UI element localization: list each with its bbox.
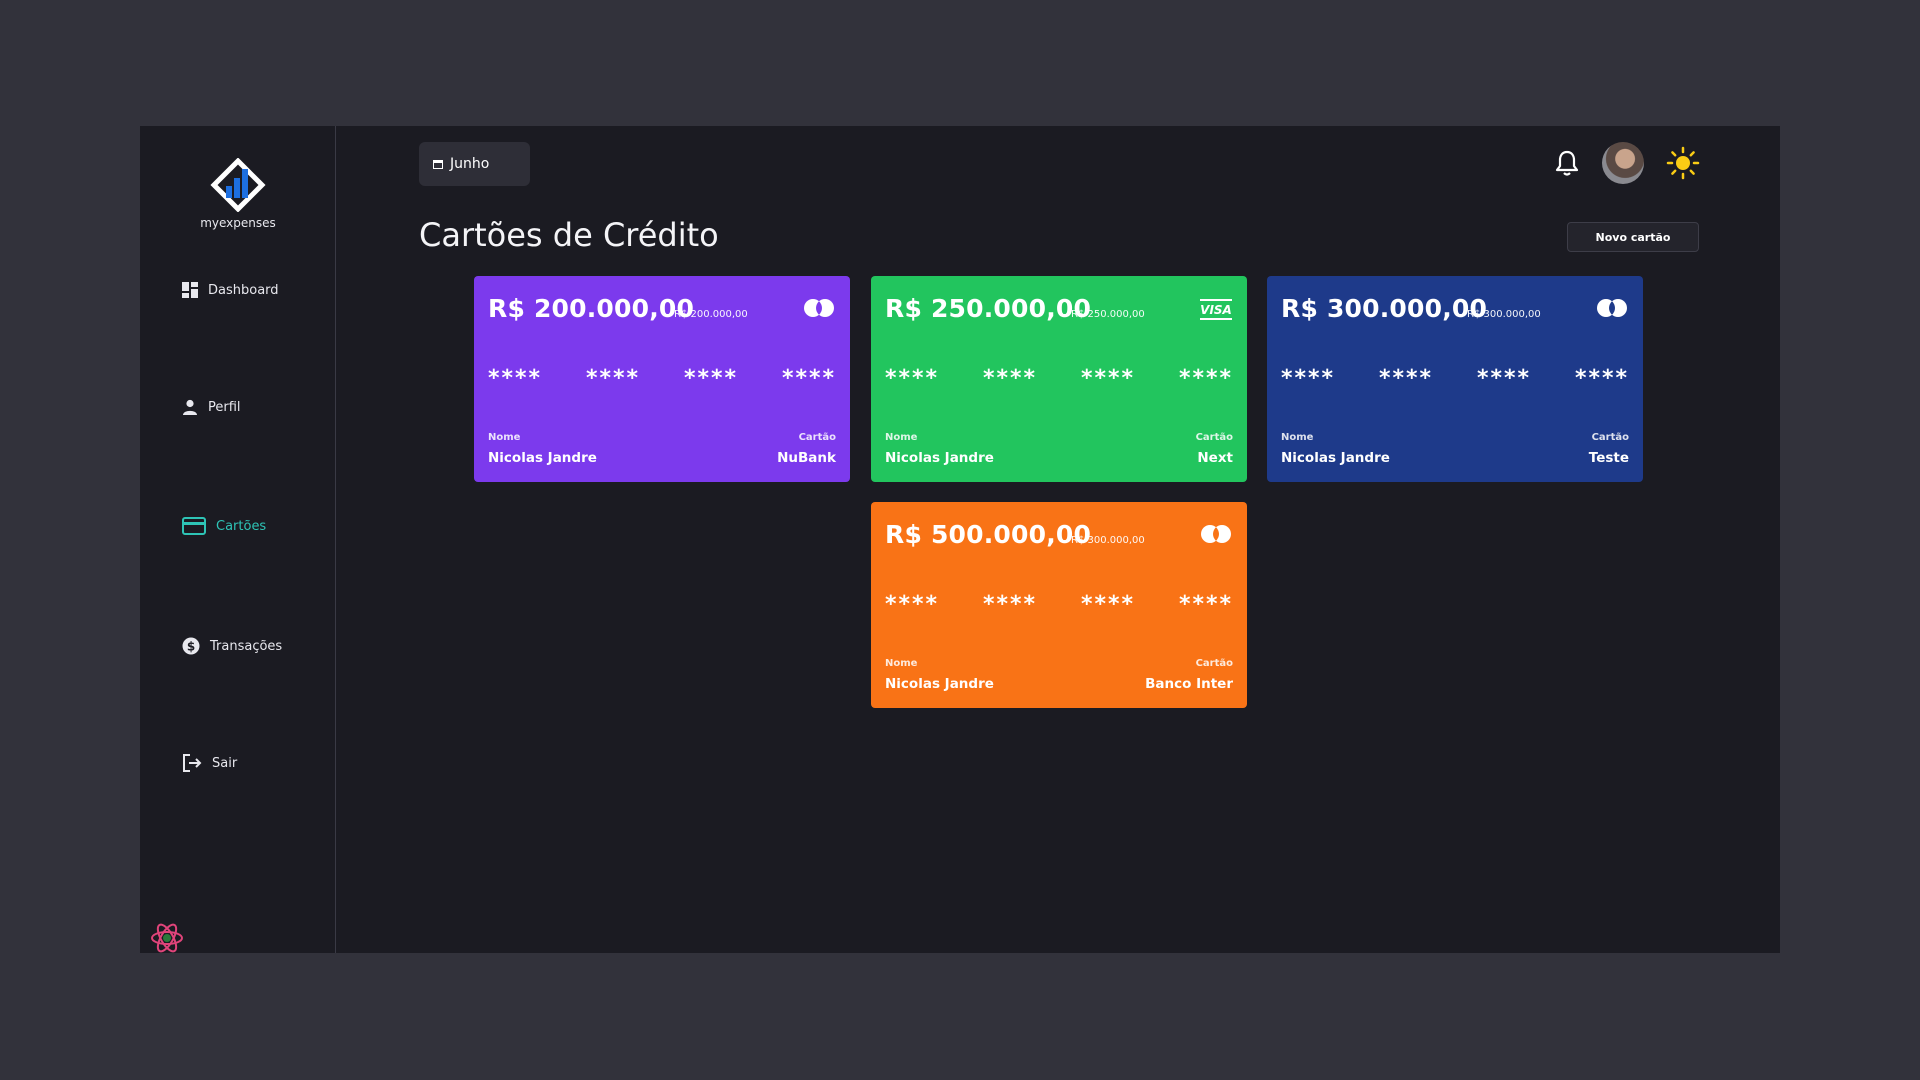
sidebar-item-sair[interactable]: Sair (182, 754, 237, 772)
card-type-label: Cartão (1591, 432, 1629, 443)
card-digits-group: **** (1476, 366, 1531, 391)
avatar[interactable] (1602, 142, 1644, 184)
card-holder-name: Nicolas Jandre (885, 450, 994, 466)
month-selector[interactable]: Junho (419, 142, 530, 186)
card-bank-name: Next (1197, 450, 1233, 466)
visa-icon: VISA (1200, 299, 1232, 320)
card-digits-group: **** (885, 592, 940, 617)
logo[interactable]: myexpenses (140, 158, 336, 230)
sidebar-item-label: Dashboard (208, 282, 279, 298)
card-amount: R$ 300.000,00 (1281, 294, 1488, 323)
card-holder-name: Nicolas Jandre (488, 450, 597, 466)
mastercard-icon (1201, 525, 1231, 543)
new-card-button[interactable]: Novo cartão (1567, 222, 1699, 252)
card-name-label: Nome (885, 658, 918, 669)
card-digits-group: **** (1178, 592, 1233, 617)
month-label: Junho (450, 156, 490, 172)
card-limit: R$ 300.000,00 (1467, 309, 1541, 320)
card-digits-group: **** (982, 592, 1038, 617)
card-digits-group: **** (585, 366, 641, 391)
sidebar-item-label: Sair (212, 755, 238, 771)
card-name-label: Nome (488, 432, 521, 443)
page-title: Cartões de Crédito (419, 216, 719, 254)
card-amount: R$ 200.000,00 (488, 294, 695, 323)
card-number: **** **** **** **** (488, 366, 836, 391)
card-digits-group: **** (781, 366, 836, 391)
card-limit: R$ 250.000,00 (1071, 309, 1145, 320)
svg-text:$: $ (187, 640, 195, 654)
mastercard-icon (1597, 299, 1627, 317)
logo-text: myexpenses (200, 216, 276, 230)
card-digits-group: **** (1378, 366, 1434, 391)
sidebar-item-perfil[interactable]: Perfil (182, 399, 241, 415)
card-digits-group: **** (488, 366, 543, 391)
sidebar-item-label: Transações (210, 638, 283, 654)
card-digits-group: **** (885, 366, 940, 391)
sidebar-item-label: Cartões (216, 518, 267, 534)
card-type-label: Cartão (1195, 432, 1233, 443)
calendar-icon (433, 160, 443, 169)
app-window: myexpenses Dashboard Perfil Cartões $ Tr… (140, 126, 1780, 953)
card-type-label: Cartão (798, 432, 836, 443)
sidebar-item-label: Perfil (208, 399, 241, 415)
card-name-label: Nome (1281, 432, 1314, 443)
mastercard-icon (804, 299, 834, 317)
card-number: **** **** **** **** (1281, 366, 1629, 391)
card-number: **** **** **** **** (885, 592, 1233, 617)
sidebar-item-transacoes[interactable]: $ Transações (182, 637, 282, 655)
main-content: Junho Cartões de Crédito Novo cartão R$ … (336, 126, 1780, 953)
card-bank-name: NuBank (777, 450, 836, 466)
sun-icon[interactable] (1666, 146, 1700, 180)
card-digits-group: **** (1281, 366, 1336, 391)
sidebar: myexpenses Dashboard Perfil Cartões $ Tr… (140, 126, 336, 953)
card-digits-group: **** (683, 366, 738, 391)
credit-card-nubank[interactable]: R$ 200.000,00 R$ 200.000,00 **** **** **… (474, 276, 850, 482)
card-digits-group: **** (1574, 366, 1629, 391)
card-amount: R$ 500.000,00 (885, 520, 1092, 549)
dollar-icon: $ (182, 637, 200, 655)
card-digits-group: **** (1178, 366, 1233, 391)
card-digits-group: **** (982, 366, 1038, 391)
card-amount: R$ 250.000,00 (885, 294, 1092, 323)
logo-icon (210, 158, 266, 212)
card-name-label: Nome (885, 432, 918, 443)
sidebar-item-cartoes[interactable]: Cartões (182, 517, 266, 535)
card-digits-group: **** (1080, 592, 1135, 617)
card-holder-name: Nicolas Jandre (1281, 450, 1390, 466)
card-limit: R$ 200.000,00 (674, 309, 748, 320)
credit-card-icon (182, 517, 206, 535)
bell-icon[interactable] (1554, 149, 1580, 177)
card-type-label: Cartão (1195, 658, 1233, 669)
credit-card-next[interactable]: R$ 250.000,00 R$ 250.000,00 VISA **** **… (871, 276, 1247, 482)
react-devtools-icon[interactable] (150, 923, 184, 953)
logout-icon (183, 754, 202, 772)
card-bank-name: Banco Inter (1145, 676, 1233, 692)
card-digits-group: **** (1080, 366, 1135, 391)
credit-card-teste[interactable]: R$ 300.000,00 R$ 300.000,00 **** **** **… (1267, 276, 1643, 482)
card-number: **** **** **** **** (885, 366, 1233, 391)
header-icons (1554, 142, 1700, 184)
card-limit: R$ 300.000,00 (1071, 535, 1145, 546)
dashboard-icon (182, 282, 198, 298)
visa-text: VISA (1200, 303, 1232, 317)
card-holder-name: Nicolas Jandre (885, 676, 994, 692)
user-icon (183, 399, 197, 415)
card-bank-name: Teste (1588, 450, 1629, 466)
sidebar-item-dashboard[interactable]: Dashboard (182, 282, 279, 298)
credit-card-banco-inter[interactable]: R$ 500.000,00 R$ 300.000,00 **** **** **… (871, 502, 1247, 708)
